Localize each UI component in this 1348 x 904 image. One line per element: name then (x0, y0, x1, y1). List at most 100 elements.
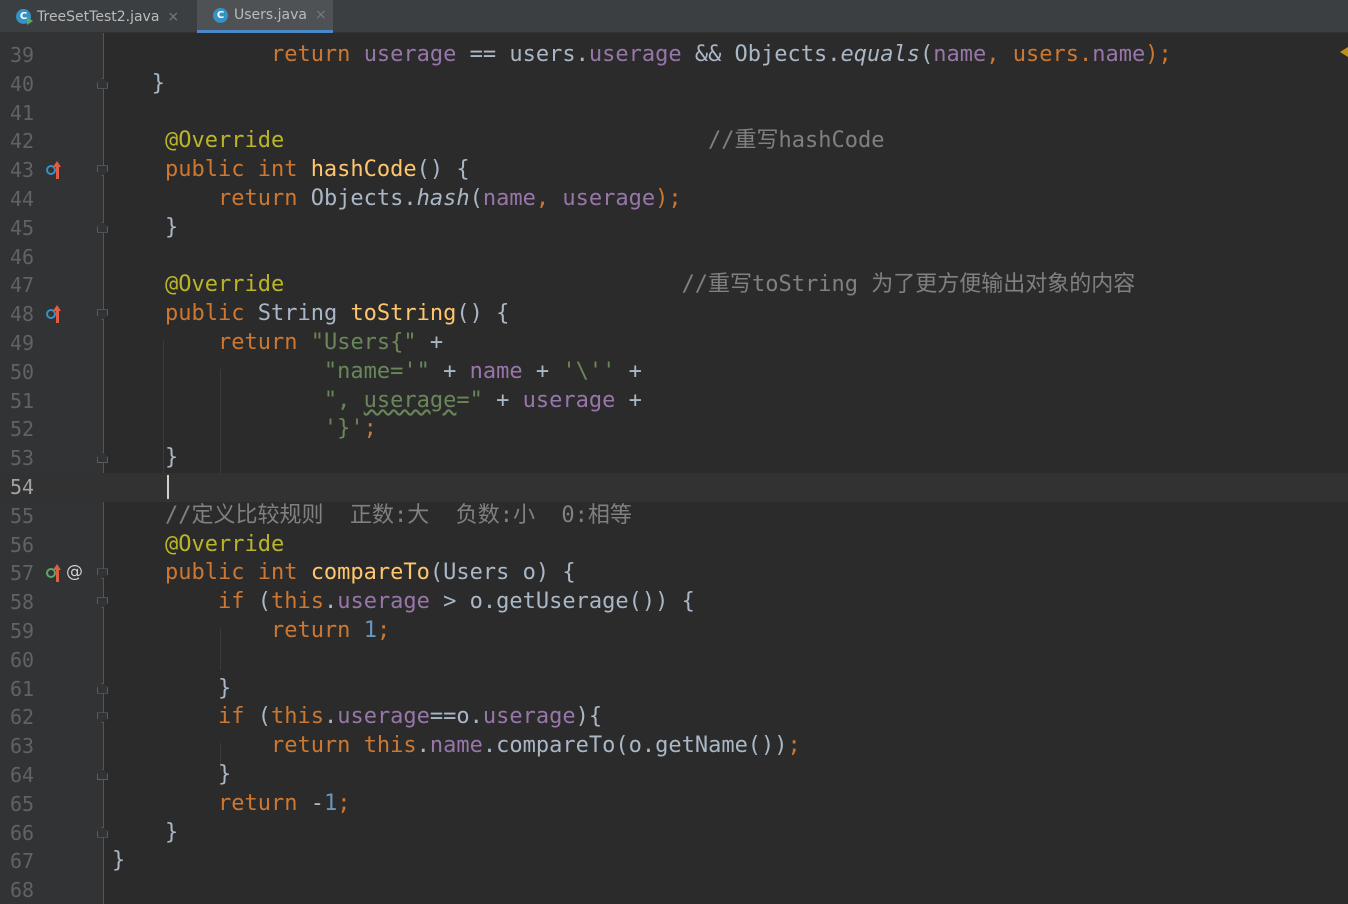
line-number: 46 (10, 244, 35, 269)
code-text: '}'; (323, 416, 377, 442)
line-number: 50 (10, 359, 35, 384)
code-text: return 1; (270, 618, 391, 643)
fold-end-icon[interactable] (97, 769, 108, 780)
override-arrow-icon (53, 305, 61, 324)
code-line: 65 return -1; (0, 790, 1348, 819)
code-text: public int hashCode() { (164, 157, 470, 183)
code-line: 42 @Override //重写hashCode (0, 127, 1348, 156)
tab-treesettest2[interactable]: C TreeSetTest2.java × (0, 0, 196, 33)
line-number: 53 (10, 446, 35, 471)
line-number: 40 (10, 71, 35, 96)
code-text: return Objects.hash(name, userage); (217, 186, 682, 211)
line-number: 59 (10, 619, 35, 643)
code-text: } (112, 848, 126, 874)
code-text: @Override //重写toString 为了更方便输出对象的内容 (164, 272, 1136, 298)
fold-start-icon[interactable] (97, 309, 108, 321)
line-number: 51 (10, 388, 35, 413)
code-text: return "Users{" + (217, 330, 444, 355)
code-line: 51 ", userage=" + userage + (0, 387, 1348, 416)
code-text: } (217, 675, 232, 701)
code-line: 59 return 1; (0, 617, 1348, 646)
fold-end-icon[interactable] (97, 826, 108, 838)
code-line: 58 if (this.userage > o.getUserage()) { (0, 588, 1348, 617)
code-line: 55 //定义比较规则 正数:大 负数:小 0:相等 (0, 502, 1348, 531)
close-icon[interactable]: × (315, 7, 327, 23)
line-number: 47 (10, 273, 35, 298)
code-text: "name='" + name + '\'' + (323, 358, 642, 384)
code-text: } (164, 445, 179, 471)
tab-users[interactable]: C Users.java × (197, 0, 333, 33)
line-number: 43 (10, 158, 35, 183)
code-editor[interactable]: 39 return userage == users.userage && Ob… (0, 33, 1348, 904)
code-line: 40 } (0, 70, 1348, 99)
override-arrow-icon (53, 564, 61, 583)
code-line: 64 } (0, 761, 1348, 790)
fold-start-icon[interactable] (97, 597, 108, 609)
code-text: if (this.userage==o.userage){ (217, 704, 603, 730)
code-text: public int compareTo(Users o) { (164, 560, 576, 586)
fold-end-icon[interactable] (97, 682, 108, 694)
code-line: 68 (0, 876, 1348, 904)
code-text: @Override //重写hashCode (164, 128, 885, 154)
code-line: 52 '}'; (0, 415, 1348, 444)
code-line: 48 public String toString() { (0, 300, 1348, 329)
code-text: public String toString() { (164, 301, 510, 327)
code-text: @Override (164, 531, 285, 557)
code-line: 63 return this.name.compareTo(o.getName(… (0, 732, 1348, 761)
code-text: } (151, 70, 165, 96)
fold-start-icon[interactable] (97, 712, 108, 724)
code-text: ", userage=" + userage + (323, 387, 642, 413)
at-sign-icon[interactable]: @ (66, 562, 83, 582)
line-number: 62 (10, 705, 35, 730)
line-number: 57 (10, 561, 35, 586)
line-number: 58 (10, 590, 35, 615)
line-number: 66 (10, 820, 35, 845)
code-text: return -1; (217, 790, 351, 816)
code-line: 45 } (0, 214, 1348, 243)
line-number: 55 (10, 503, 35, 528)
line-number: 63 (10, 734, 35, 759)
line-number: 41 (10, 100, 35, 125)
code-line: 53 } (0, 444, 1348, 473)
override-arrow-icon (53, 161, 61, 180)
fold-end-icon[interactable] (97, 77, 108, 89)
fold-start-icon[interactable] (97, 165, 108, 177)
tab-label: Users.java (234, 7, 307, 23)
fold-start-icon[interactable] (97, 568, 108, 580)
line-number: 65 (10, 791, 35, 816)
code-text: } (164, 819, 179, 845)
tab-label: TreeSetTest2.java (37, 8, 160, 25)
code-text: } (217, 762, 232, 787)
code-text: return userage == users.userage && Objec… (270, 42, 1172, 67)
fold-end-icon[interactable] (97, 221, 108, 233)
line-number: 42 (10, 129, 35, 154)
code-line: 41 (0, 99, 1348, 128)
code-line: 60 (0, 646, 1348, 675)
code-line: 57 @ public int compareTo(Users o) { (0, 559, 1348, 588)
code-line: 47 @Override //重写toString 为了更方便输出对象的内容 (0, 271, 1348, 300)
java-class-icon: C (213, 7, 228, 23)
code-line: 44 return Objects.hash(name, userage); (0, 185, 1348, 214)
code-line: 49 return "Users{" + (0, 329, 1348, 358)
line-number: 56 (10, 532, 35, 557)
code-line: 62 if (this.userage==o.userage){ (0, 703, 1348, 732)
code-line: 43 public int hashCode() { (0, 156, 1348, 185)
line-number: 45 (10, 215, 35, 240)
code-text: //定义比较规则 正数:大 负数:小 0:相等 (164, 502, 632, 528)
line-number: 60 (10, 647, 35, 672)
text-caret (167, 475, 169, 499)
code-text: } (164, 214, 179, 240)
code-line: 46 (0, 243, 1348, 272)
line-number: 48 (10, 302, 35, 327)
fold-end-icon[interactable] (97, 452, 108, 464)
line-number: 68 (10, 878, 35, 903)
line-number: 61 (10, 676, 35, 701)
code-line-current: 54 (0, 473, 1348, 502)
code-text: if (this.userage > o.getUserage()) { (217, 589, 695, 615)
code-line: 67 } (0, 847, 1348, 876)
close-icon[interactable]: × (167, 9, 179, 25)
line-number: 54 (10, 475, 35, 499)
code-line: 50 "name='" + name + '\'' + (0, 358, 1348, 387)
code-text: return this.name.compareTo(o.getName()); (270, 733, 801, 759)
line-number: 67 (10, 849, 35, 874)
